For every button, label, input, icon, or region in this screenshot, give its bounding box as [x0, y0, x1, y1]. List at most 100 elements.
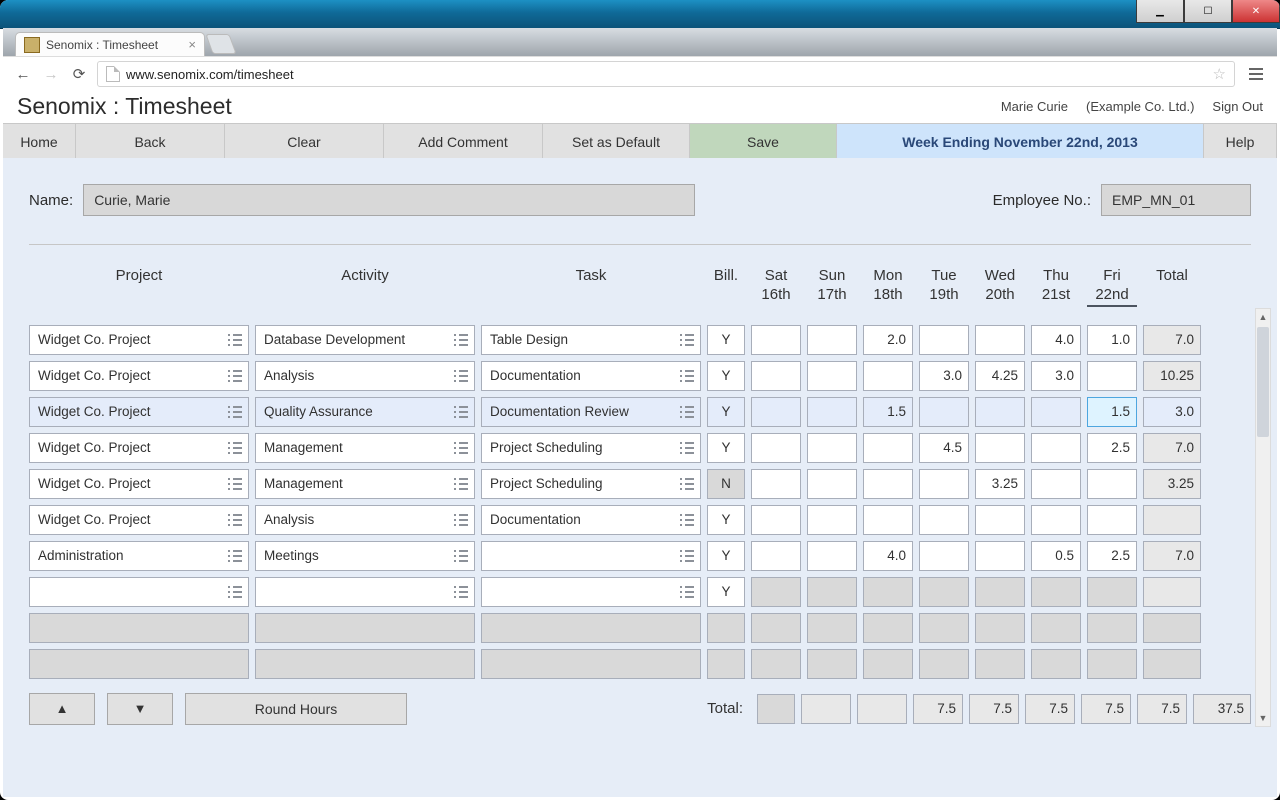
day-cell[interactable] — [751, 433, 801, 463]
day-cell[interactable] — [975, 505, 1025, 535]
activity-cell[interactable]: Analysis — [255, 361, 475, 391]
day-cell[interactable]: 1.5 — [863, 397, 913, 427]
new-tab-button[interactable] — [205, 34, 236, 54]
day-cell[interactable]: 0.5 — [1031, 541, 1081, 571]
project-cell[interactable]: Widget Co. Project — [29, 361, 249, 391]
project-cell[interactable]: Widget Co. Project — [29, 433, 249, 463]
scroll-up-icon[interactable]: ▲ — [1256, 309, 1270, 325]
bill-cell[interactable]: Y — [707, 433, 745, 463]
day-cell[interactable]: 2.0 — [863, 325, 913, 355]
set-as-default-button[interactable]: Set as Default — [543, 124, 690, 159]
tab-close-icon[interactable]: × — [188, 37, 196, 52]
list-picker-icon[interactable] — [454, 406, 468, 418]
project-cell[interactable]: Widget Co. Project — [29, 325, 249, 355]
day-cell[interactable] — [807, 505, 857, 535]
day-cell[interactable]: 3.0 — [1031, 361, 1081, 391]
day-cell[interactable] — [1031, 469, 1081, 499]
day-cell[interactable] — [807, 469, 857, 499]
day-cell[interactable] — [807, 433, 857, 463]
day-cell[interactable] — [863, 505, 913, 535]
scroll-thumb[interactable] — [1257, 327, 1269, 437]
grid-scrollbar[interactable]: ▲ ▼ — [1255, 308, 1271, 727]
scroll-down-icon[interactable]: ▼ — [1256, 710, 1270, 726]
list-picker-icon[interactable] — [680, 586, 694, 598]
day-cell[interactable]: 4.5 — [919, 433, 969, 463]
list-picker-icon[interactable] — [228, 334, 242, 346]
day-cell[interactable] — [751, 397, 801, 427]
project-cell[interactable] — [29, 577, 249, 607]
day-cell[interactable] — [975, 433, 1025, 463]
bill-cell[interactable]: Y — [707, 361, 745, 391]
list-picker-icon[interactable] — [228, 550, 242, 562]
day-cell[interactable] — [975, 397, 1025, 427]
day-cell[interactable] — [1087, 505, 1137, 535]
bill-cell[interactable]: Y — [707, 397, 745, 427]
day-cell[interactable]: 4.0 — [1031, 325, 1081, 355]
nav-forward-button[interactable]: → — [41, 64, 61, 84]
list-picker-icon[interactable] — [454, 478, 468, 490]
task-cell[interactable]: Project Scheduling — [481, 433, 701, 463]
bill-cell[interactable]: Y — [707, 325, 745, 355]
list-picker-icon[interactable] — [680, 370, 694, 382]
nav-reload-button[interactable]: ⟳ — [69, 64, 89, 84]
day-cell[interactable] — [751, 325, 801, 355]
browser-tab[interactable]: Senomix : Timesheet × — [15, 32, 205, 56]
project-cell[interactable]: Widget Co. Project — [29, 397, 249, 427]
list-picker-icon[interactable] — [228, 442, 242, 454]
day-cell[interactable] — [863, 469, 913, 499]
day-cell[interactable] — [975, 541, 1025, 571]
list-picker-icon[interactable] — [228, 406, 242, 418]
list-picker-icon[interactable] — [454, 442, 468, 454]
day-cell[interactable] — [1031, 505, 1081, 535]
bill-cell[interactable]: Y — [707, 577, 745, 607]
day-cell[interactable]: 3.0 — [919, 361, 969, 391]
day-cell[interactable] — [863, 577, 913, 607]
day-cell[interactable] — [863, 361, 913, 391]
bill-cell[interactable]: Y — [707, 505, 745, 535]
day-cell[interactable] — [919, 505, 969, 535]
day-cell[interactable] — [1031, 433, 1081, 463]
day-cell[interactable] — [975, 577, 1025, 607]
list-picker-icon[interactable] — [680, 334, 694, 346]
list-picker-icon[interactable] — [228, 370, 242, 382]
list-picker-icon[interactable] — [454, 586, 468, 598]
window-close-button[interactable]: ✕ — [1232, 0, 1280, 23]
day-cell[interactable] — [807, 541, 857, 571]
task-cell[interactable]: Documentation — [481, 361, 701, 391]
name-field[interactable]: Curie, Marie — [83, 184, 695, 216]
activity-cell[interactable]: Management — [255, 469, 475, 499]
activity-cell[interactable]: Database Development — [255, 325, 475, 355]
task-cell[interactable]: Table Design — [481, 325, 701, 355]
list-picker-icon[interactable] — [228, 586, 242, 598]
employee-no-field[interactable]: EMP_MN_01 — [1101, 184, 1251, 216]
list-picker-icon[interactable] — [454, 370, 468, 382]
move-row-down-button[interactable]: ▼ — [107, 693, 173, 725]
list-picker-icon[interactable] — [228, 514, 242, 526]
project-cell[interactable]: Widget Co. Project — [29, 505, 249, 535]
day-cell[interactable]: 2.5 — [1087, 433, 1137, 463]
list-picker-icon[interactable] — [680, 406, 694, 418]
activity-cell[interactable]: Analysis — [255, 505, 475, 535]
browser-menu-button[interactable] — [1245, 63, 1267, 85]
day-cell[interactable] — [807, 577, 857, 607]
list-picker-icon[interactable] — [680, 550, 694, 562]
bill-cell[interactable]: N — [707, 469, 745, 499]
activity-cell[interactable]: Quality Assurance — [255, 397, 475, 427]
window-minimize-button[interactable]: ▁ — [1136, 0, 1184, 23]
day-cell[interactable] — [1087, 469, 1137, 499]
sign-out-link[interactable]: Sign Out — [1212, 99, 1263, 114]
day-cell[interactable] — [751, 577, 801, 607]
help-button[interactable]: Help — [1204, 124, 1277, 159]
round-hours-button[interactable]: Round Hours — [185, 693, 407, 725]
day-cell[interactable] — [751, 469, 801, 499]
task-cell[interactable]: Documentation Review — [481, 397, 701, 427]
day-cell[interactable]: 1.0 — [1087, 325, 1137, 355]
day-cell[interactable] — [751, 361, 801, 391]
project-cell[interactable]: Widget Co. Project — [29, 469, 249, 499]
list-picker-icon[interactable] — [454, 550, 468, 562]
task-cell[interactable]: Documentation — [481, 505, 701, 535]
day-cell[interactable] — [1031, 577, 1081, 607]
task-cell[interactable] — [481, 541, 701, 571]
task-cell[interactable] — [481, 577, 701, 607]
home-button[interactable]: Home — [3, 124, 76, 159]
